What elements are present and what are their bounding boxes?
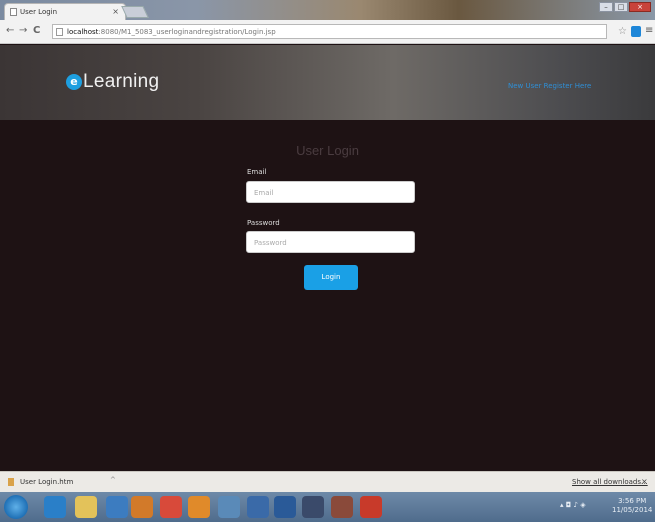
page-icon bbox=[10, 8, 17, 16]
chrome-icon[interactable] bbox=[160, 496, 182, 518]
maximize-button[interactable]: □ bbox=[614, 2, 628, 12]
register-link[interactable]: New User Register Here bbox=[508, 82, 591, 90]
download-caret-icon[interactable]: ^ bbox=[110, 476, 116, 484]
password-field[interactable]: Password bbox=[246, 231, 415, 253]
app-icon[interactable] bbox=[131, 496, 153, 518]
logo-text: Learning bbox=[83, 71, 160, 92]
download-filename: User Login.htm bbox=[20, 478, 74, 486]
forward-icon[interactable]: → bbox=[19, 25, 27, 36]
download-item[interactable]: User Login.htm bbox=[8, 478, 73, 486]
reload-icon[interactable]: C bbox=[33, 25, 40, 36]
back-icon[interactable]: ← bbox=[6, 25, 14, 36]
media-icon[interactable] bbox=[106, 496, 128, 518]
show-all-downloads-link[interactable]: Show all downloads... bbox=[572, 478, 648, 486]
clock-date: 11/05/2014 bbox=[612, 506, 653, 514]
app-icon[interactable] bbox=[274, 496, 296, 518]
app-icon[interactable] bbox=[302, 496, 324, 518]
url-input[interactable]: localhost:8080/M1_5083_userloginandregis… bbox=[52, 24, 607, 39]
email-field[interactable]: Email bbox=[246, 181, 415, 203]
browser-tab-strip: User Login × – □ × bbox=[0, 0, 655, 20]
password-label: Password bbox=[247, 219, 280, 227]
file-icon bbox=[8, 478, 14, 486]
browser-tab[interactable]: User Login × bbox=[4, 3, 126, 20]
close-window-button[interactable]: × bbox=[629, 2, 651, 12]
logo-mark: e bbox=[66, 74, 82, 90]
url-host: localhost bbox=[67, 28, 99, 36]
login-button[interactable]: Login bbox=[304, 265, 358, 290]
folder-icon[interactable] bbox=[75, 496, 97, 518]
os-taskbar: ▴ ◘ ♪ ◈ 3:56 PM 11/05/2014 bbox=[0, 492, 655, 522]
word-icon[interactable] bbox=[247, 496, 269, 518]
firefox-icon[interactable] bbox=[188, 496, 210, 518]
extension-icon[interactable] bbox=[631, 26, 641, 37]
page-icon bbox=[56, 28, 63, 36]
login-title: User Login bbox=[296, 143, 359, 158]
new-tab-button[interactable] bbox=[121, 6, 149, 18]
tab-close-icon[interactable]: × bbox=[112, 7, 119, 16]
app-icon[interactable] bbox=[218, 496, 240, 518]
menu-icon[interactable]: ≡ bbox=[645, 25, 653, 36]
app-icon[interactable] bbox=[360, 496, 382, 518]
bookmark-star-icon[interactable]: ☆ bbox=[618, 26, 627, 37]
address-bar: ← → C localhost:8080/M1_5083_userloginan… bbox=[0, 20, 655, 44]
download-bar-close-icon[interactable]: × bbox=[641, 477, 648, 486]
minimize-button[interactable]: – bbox=[599, 2, 613, 12]
ie-icon[interactable] bbox=[44, 496, 66, 518]
clock[interactable]: 3:56 PM 11/05/2014 bbox=[612, 497, 652, 515]
url-path: :8080/M1_5083_userloginandregistration/L… bbox=[98, 28, 276, 36]
system-tray-icons[interactable]: ▴ ◘ ♪ ◈ bbox=[560, 501, 586, 509]
window-controls: – □ × bbox=[599, 2, 651, 12]
clock-time: 3:56 PM bbox=[618, 497, 647, 505]
email-label: Email bbox=[247, 168, 267, 176]
app-icon[interactable] bbox=[331, 496, 353, 518]
site-logo[interactable]: e Learning bbox=[66, 71, 159, 93]
start-button[interactable] bbox=[4, 495, 28, 519]
download-bar: User Login.htm ^ Show all downloads... × bbox=[0, 471, 655, 492]
tab-title: User Login bbox=[20, 8, 58, 16]
